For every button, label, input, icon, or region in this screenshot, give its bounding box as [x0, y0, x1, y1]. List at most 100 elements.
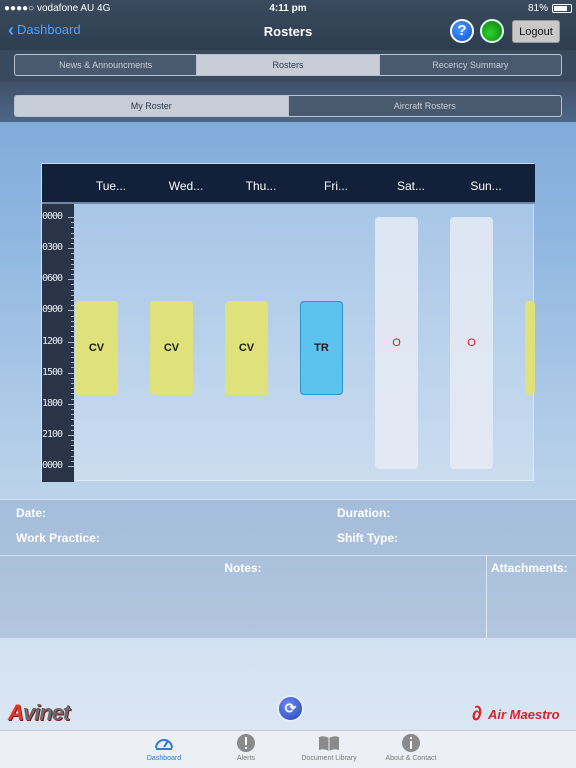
time-label: 1800: [42, 397, 63, 409]
duration-label: Duration:: [337, 506, 391, 520]
time-tick: [71, 237, 74, 239]
help-icon[interactable]: ?: [450, 19, 474, 43]
tab-dashboard-label: Dashboard: [146, 755, 182, 762]
time-tick: [71, 294, 74, 296]
time-tick: [68, 217, 74, 218]
time-tick: [71, 445, 74, 447]
gauge-icon: [155, 739, 173, 750]
battery-icon: [552, 4, 572, 13]
section-tabs: News & Announcments Rosters Recency Summ…: [14, 54, 562, 76]
time-tick: [68, 248, 74, 250]
info-icon: [402, 734, 420, 752]
status-bar: ●●●●○ vodafone AU 4G 4:11 pm 81%: [0, 0, 576, 16]
time-tick: [68, 403, 74, 405]
tab-recency-summary[interactable]: Recency Summary: [380, 55, 561, 75]
roster-duty-block[interactable]: [525, 301, 535, 395]
tab-rosters[interactable]: Rosters: [197, 55, 380, 75]
roster-grid[interactable]: Tue... Wed... Thu... Fri... Sat... Sun... 000…: [41, 163, 535, 482]
time-tick: [71, 408, 74, 410]
time-tick: [71, 331, 74, 333]
time-tick: [71, 455, 74, 457]
time-tick: [71, 398, 74, 400]
time-label: 0600: [42, 273, 63, 285]
time-tick: [71, 258, 74, 260]
roster-duty-block[interactable]: O: [450, 217, 493, 469]
time-tick: [71, 429, 74, 431]
tab-alerts-label: Alerts: [237, 755, 255, 762]
time-tick: [71, 263, 74, 265]
time-axis: 0000 0300 0600 0900 1200 1500 1800 2100 0000: [42, 204, 74, 482]
time-tick: [71, 305, 74, 307]
time-tick: [71, 346, 74, 348]
time-tick: [71, 289, 74, 291]
time-tick: [71, 320, 74, 322]
time-tick: [71, 357, 74, 359]
tab-about-contact[interactable]: About & Contact: [371, 733, 451, 762]
time-tick: [68, 279, 74, 281]
time-tick: [71, 325, 74, 327]
time-tick: [71, 242, 74, 244]
day-label: Wed...: [168, 179, 204, 193]
roster-duty-block[interactable]: CV: [225, 301, 268, 395]
tab-aircraft-rosters[interactable]: Aircraft Rosters: [289, 96, 562, 116]
top-navigation-bar: ●●●●○ vodafone AU 4G 4:11 pm 81% ‹ Dashb…: [0, 0, 576, 50]
time-tick: [71, 414, 74, 416]
time-tick: [68, 341, 74, 343]
battery-indicator: 81%: [528, 3, 572, 14]
roster-duty-block[interactable]: CV: [75, 301, 118, 395]
time-tick: [71, 222, 74, 224]
tab-dashboard[interactable]: Dashboard: [124, 733, 204, 762]
time-tick: [71, 383, 74, 384]
time-tick: [68, 310, 74, 312]
time-tick: [71, 393, 74, 395]
time-tick: [71, 362, 74, 364]
time-tick: [71, 232, 74, 234]
time-tick: [71, 284, 74, 286]
time-tick: [71, 424, 74, 426]
time-tick: [71, 388, 74, 390]
time-tick: [71, 253, 74, 255]
time-label: 0000: [42, 460, 63, 471]
time-tick: [71, 440, 74, 442]
roster-duty-block[interactable]: O: [375, 217, 418, 469]
refresh-icon[interactable]: ⟳: [277, 695, 304, 722]
air-maestro-mark-icon: ∂: [472, 703, 482, 725]
time-label: 0000: [42, 211, 63, 222]
roster-duty-block[interactable]: TR: [300, 301, 343, 395]
air-maestro-logo: ∂ Air Maestro: [472, 703, 560, 725]
tab-my-roster[interactable]: My Roster: [15, 96, 289, 116]
attachments-label: Attachments:: [491, 561, 568, 575]
time-tick: [68, 466, 74, 467]
roster-tabs: My Roster Aircraft Rosters: [14, 95, 562, 117]
book-icon: [319, 736, 339, 751]
date-label: Date:: [16, 506, 47, 520]
time-tick: [71, 367, 74, 369]
battery-percent: 81%: [527, 3, 548, 14]
tab-alerts[interactable]: Alerts: [206, 733, 286, 762]
duty-details: Date: Duration: Work Practice: Shift Typ…: [0, 499, 576, 555]
time-tick: [68, 434, 74, 436]
day-label: Sat...: [396, 179, 425, 193]
roster-duty-block[interactable]: CV: [150, 301, 193, 395]
time-tick: [68, 372, 74, 374]
bottom-tab-bar: Dashboard Alerts Document Library About …: [0, 730, 576, 768]
time-tick: [71, 274, 74, 276]
shift-type-label: Shift Type:: [337, 531, 399, 545]
tab-about-contact-label: About & Contact: [385, 755, 437, 762]
avinet-logo: Avinet: [8, 700, 70, 725]
time-label: 0900: [42, 304, 63, 316]
day-label: Sun...: [470, 179, 502, 193]
time-tick: [71, 377, 74, 379]
time-tick: [71, 268, 74, 270]
logout-button[interactable]: Logout: [512, 20, 560, 43]
clock: 4:11 pm: [269, 3, 307, 14]
time-tick: [71, 227, 74, 229]
status-light-icon[interactable]: [480, 19, 504, 43]
alert-icon: [237, 734, 255, 752]
time-tick: [71, 450, 74, 452]
tab-news[interactable]: News & Announcments: [15, 55, 198, 75]
time-tick: [71, 460, 74, 462]
tab-document-library[interactable]: Document Library: [289, 733, 369, 762]
time-tick: [71, 315, 74, 317]
day-label: Fri...: [324, 179, 348, 193]
